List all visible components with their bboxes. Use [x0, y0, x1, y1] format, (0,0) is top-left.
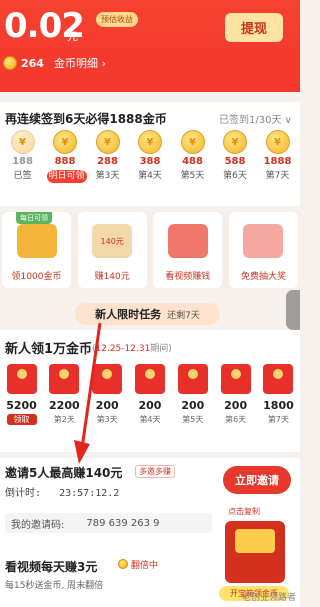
checkin-amount: 488: [182, 156, 203, 167]
checkin-day-label: 第7天: [265, 171, 290, 181]
checkin-day[interactable]: ¥888 明日可领: [46, 130, 87, 183]
red-envelope[interactable]: 5200 领取: [4, 364, 39, 425]
envelope-amount: 200: [181, 399, 205, 412]
red-envelope-icon: [177, 364, 208, 394]
coin-icon: ¥: [95, 130, 120, 154]
coin-icon: ¥: [10, 130, 35, 154]
coin-detail-link[interactable]: 金币明细 ›: [54, 55, 106, 71]
checkin-amount: 1888: [263, 156, 292, 167]
estimate-tag: 预估收益: [96, 12, 138, 27]
coin-icon: ¥: [53, 130, 77, 154]
task-icon: [16, 224, 57, 258]
red-envelope-icon: [6, 364, 37, 394]
checkin-days: ¥188 已签 ¥888 明日可领 ¥288 第3天 ¥388 第4天 ¥488 第5天 ¥588 第…: [4, 130, 296, 183]
checkin-day[interactable]: ¥188 已签: [4, 130, 41, 183]
task-card[interactable]: 看视频赚钱: [153, 212, 223, 288]
red-envelope[interactable]: 200 第6天: [218, 364, 253, 425]
video-task-title: 看视频每天赚3元: [5, 560, 98, 574]
red-envelope-icon: [263, 364, 294, 394]
checkin-amount: 388: [139, 156, 161, 167]
copy-code-label[interactable]: 点击复制: [228, 506, 260, 517]
task-icon: [243, 224, 284, 258]
invite-card: 邀请5人最高赚140元 多邀多赚 倒计时: 23:57:12.2 立即邀请 我的…: [0, 458, 300, 607]
envelope-amount: 200: [138, 399, 162, 412]
video-task-tag: 翻倍中: [118, 558, 158, 571]
scrollbar[interactable]: [286, 290, 300, 330]
treasure-chest-icon[interactable]: [225, 521, 285, 583]
countdown-value: 23:57:12.2: [59, 488, 120, 499]
watermark: 老创业领路者: [241, 593, 296, 603]
envelope-label: 第7天: [267, 415, 290, 424]
invite-code-label: 我的邀请码:: [11, 519, 65, 531]
balance-unit: 元: [67, 30, 78, 43]
envelope-amount: 1800: [263, 399, 294, 412]
envelope-amount: 5200: [6, 399, 37, 412]
video-task-desc: 每15秒送金币, 周末翻倍: [5, 581, 104, 591]
task-card[interactable]: 140元赚140元: [77, 212, 147, 288]
annotation-arrow: [74, 322, 102, 464]
checkin-day-label: 第3天: [95, 171, 120, 181]
coin-icon: [3, 56, 17, 70]
task-card[interactable]: 每日可领领1000金币: [2, 212, 71, 288]
balance-header: 0.02 元 预估收益 提现 264 金币明细 ›: [0, 0, 300, 92]
new-user-banner-subtitle: 还剩7天: [167, 310, 200, 321]
checkin-amount: 588: [224, 156, 246, 167]
task-label: 免费抽大奖: [240, 272, 286, 282]
checkin-day-label: 明日可领: [46, 170, 87, 183]
invite-code: 789 639 263 9: [86, 517, 160, 529]
task-icon: 140元: [92, 224, 133, 258]
new-user-card: 新人领1万金币 (12.25-12.31期间) 5200 领取 2200 第2天 200…: [0, 330, 300, 452]
red-envelope-row: 5200 领取 2200 第2天 200 第3天 200 第4天 200 第5天 200 第6天 180…: [4, 364, 296, 425]
task-label: 看视频赚钱: [165, 272, 211, 282]
task-row: 每日可领 领1000金币 140元 赚140元 看视频赚钱 免费抽大奖: [0, 212, 300, 290]
envelope-label[interactable]: 领取: [6, 414, 37, 425]
checkin-amount: 188: [12, 156, 33, 167]
coin-icon: ¥: [265, 130, 290, 154]
withdraw-button[interactable]: 提现: [225, 13, 283, 42]
envelope-label: 第5天: [182, 415, 204, 424]
red-envelope[interactable]: 200 第4天: [132, 364, 167, 425]
red-envelope-icon: [134, 364, 165, 394]
invite-button[interactable]: 立即邀请: [223, 466, 291, 494]
invite-tag: 多邀多赚: [135, 465, 175, 478]
checkin-amount: 888: [54, 156, 76, 167]
red-envelope[interactable]: 1800 第7天: [261, 364, 296, 425]
coin-icon: ¥: [180, 130, 205, 154]
checkin-progress[interactable]: 已签到1/30天 ∨: [219, 111, 292, 126]
app-page: 0.02 元 预估收益 提现 264 金币明细 › 再连续签到6天必得1888金…: [0, 0, 300, 607]
envelope-label: 第6天: [225, 415, 247, 424]
task-label: 领1000金币: [11, 272, 62, 282]
checkin-day-label: 第6天: [223, 171, 247, 181]
invite-code-box: 我的邀请码: 789 639 263 9: [5, 513, 212, 533]
checkin-day[interactable]: ¥588 第6天: [217, 130, 254, 183]
checkin-day[interactable]: ¥488 第5天: [174, 130, 211, 183]
checkin-card: 再连续签到6天必得1888金币 已签到1/30天 ∨ ¥188 已签 ¥888 明日可…: [0, 102, 300, 206]
task-icon: [167, 224, 208, 258]
task-label: 赚140元: [94, 272, 130, 282]
checkin-day-label: 第5天: [180, 171, 205, 181]
red-envelope-icon: [220, 364, 251, 394]
checkin-day[interactable]: ¥288 第3天: [89, 130, 126, 183]
checkin-day-label: 已签: [13, 171, 32, 181]
coin-icon: ¥: [223, 130, 247, 154]
coin-icon: [118, 559, 128, 569]
task-card[interactable]: 免费抽大奖: [228, 212, 298, 288]
coin-icon: ¥: [138, 130, 162, 154]
checkin-amount: 288: [97, 156, 118, 167]
countdown: 倒计时: 23:57:12.2: [5, 488, 120, 499]
checkin-day-label: 第4天: [138, 171, 162, 181]
checkin-day[interactable]: ¥1888 第7天: [259, 130, 296, 183]
coin-count: 264: [21, 56, 44, 70]
task-badge: 每日可领: [16, 212, 52, 224]
checkin-day[interactable]: ¥388 第4天: [132, 130, 169, 183]
checkin-title: 再连续签到6天必得1888金币: [5, 112, 167, 126]
coin-row[interactable]: 264 金币明细 ›: [3, 55, 106, 71]
envelope-label: 第4天: [139, 415, 161, 424]
envelope-amount: 200: [224, 399, 248, 412]
red-envelope[interactable]: 200 第5天: [175, 364, 210, 425]
